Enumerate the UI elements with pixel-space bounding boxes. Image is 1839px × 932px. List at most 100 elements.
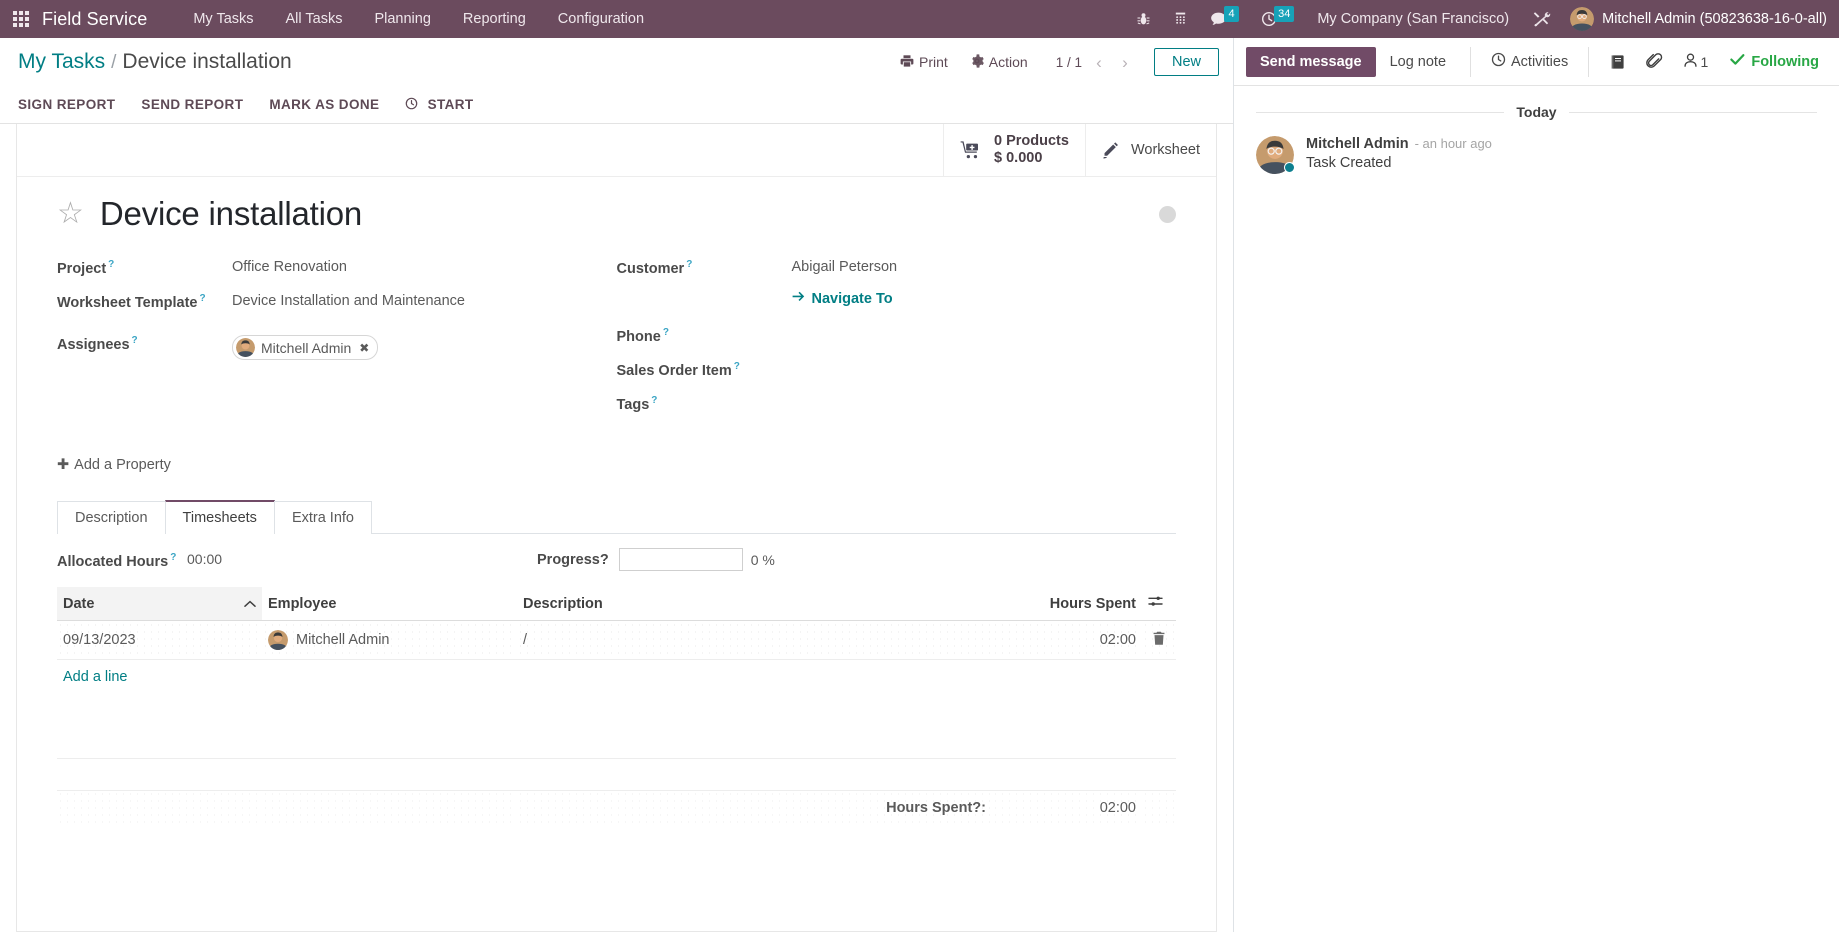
field-customer-label: Customer? xyxy=(617,257,792,277)
notes-icon[interactable] xyxy=(1602,48,1634,76)
menu-item-configuration[interactable]: Configuration xyxy=(542,0,660,38)
start-button[interactable]: START xyxy=(392,93,486,116)
help-icon[interactable]: ? xyxy=(972,800,981,816)
allocated-hours-label-text: Allocated Hours xyxy=(57,553,169,570)
add-a-line-button[interactable]: Add a line xyxy=(63,669,128,685)
messages-counter[interactable]: 4 xyxy=(1199,6,1250,27)
navigate-to-row: Navigate To xyxy=(617,291,1177,325)
delete-row-button[interactable] xyxy=(1142,620,1176,660)
activities-counter[interactable]: 34 xyxy=(1250,6,1305,27)
menu-item-all-tasks[interactable]: All Tasks xyxy=(270,0,359,38)
chevron-right-icon[interactable]: › xyxy=(1114,54,1136,71)
assignee-tag[interactable]: Mitchell Admin ✖ xyxy=(232,335,379,360)
cell-employee[interactable]: Mitchell Admin xyxy=(262,620,517,660)
bug-icon[interactable] xyxy=(1125,11,1162,27)
top-navbar: Field Service My Tasks All Tasks Plannin… xyxy=(0,0,1839,38)
star-outline-icon[interactable]: ☆ xyxy=(57,199,84,229)
user-menu[interactable]: Mitchell Admin (50823638-16-0-all) xyxy=(1562,7,1827,31)
table-row[interactable]: 09/13/2023 Mitchell Admin / 02:00 xyxy=(57,620,1176,660)
menu-item-reporting[interactable]: Reporting xyxy=(447,0,542,38)
menu-item-planning[interactable]: Planning xyxy=(358,0,446,38)
print-label: Print xyxy=(918,54,948,70)
help-icon[interactable]: ? xyxy=(651,395,657,406)
new-button[interactable]: New xyxy=(1153,48,1219,76)
field-customer-value[interactable]: Abigail Peterson xyxy=(792,257,898,275)
help-icon[interactable]: ? xyxy=(734,361,740,372)
field-worksheet-template-value[interactable]: Device Installation and Maintenance xyxy=(232,291,465,309)
column-header-description[interactable]: Description xyxy=(517,587,992,621)
help-icon[interactable]: ? xyxy=(199,293,205,304)
help-icon[interactable]: ? xyxy=(108,259,114,270)
help-icon[interactable]: ? xyxy=(170,552,176,563)
cell-description[interactable]: / xyxy=(517,620,992,660)
allocated-hours-label: Allocated Hours? xyxy=(57,550,187,570)
allocated-hours-value[interactable]: 00:00 xyxy=(187,551,222,567)
column-options-button[interactable] xyxy=(1142,587,1176,621)
notebook-page-timesheets: Allocated Hours? 00:00 Progress? 0 % Dat… xyxy=(57,534,1176,825)
field-tags: Tags? xyxy=(617,393,1177,427)
tab-timesheets[interactable]: Timesheets xyxy=(164,500,275,535)
action-button[interactable]: Action xyxy=(960,50,1038,75)
column-header-hours-spent[interactable]: Hours Spent xyxy=(992,587,1142,621)
products-stat-text: 0 Products $ 0.000 xyxy=(994,133,1069,166)
divider xyxy=(1588,46,1590,77)
add-property-button[interactable]: ✚ Add a Property xyxy=(57,457,171,473)
menu-item-my-tasks[interactable]: My Tasks xyxy=(177,0,269,38)
help-icon[interactable]: ? xyxy=(132,335,138,346)
notebook-tabs: Description Timesheets Extra Info xyxy=(57,500,1176,535)
remove-tag-icon[interactable]: ✖ xyxy=(359,341,369,355)
progress-input[interactable] xyxy=(618,548,743,571)
help-icon[interactable]: ? xyxy=(686,259,692,270)
column-header-date[interactable]: Date xyxy=(57,587,262,621)
followers-button[interactable]: 1 xyxy=(1675,46,1717,77)
tools-icon[interactable] xyxy=(1521,10,1562,29)
sign-report-button[interactable]: SIGN REPORT xyxy=(18,93,128,116)
app-body: My Tasks / Device installation Print Act… xyxy=(0,38,1839,932)
field-group-left: Project? Office Renovation Worksheet Tem… xyxy=(57,257,617,427)
app-brand-name[interactable]: Field Service xyxy=(42,9,147,30)
field-project-value[interactable]: Office Renovation xyxy=(232,257,347,275)
products-stat-button[interactable]: 0 Products $ 0.000 xyxy=(943,124,1085,176)
send-message-button[interactable]: Send message xyxy=(1246,46,1376,77)
tab-description[interactable]: Description xyxy=(57,501,166,534)
state-dot-icon[interactable] xyxy=(1159,205,1176,223)
progress-group: Progress? 0 % xyxy=(537,548,775,571)
control-panel-top: My Tasks / Device installation Print Act… xyxy=(0,38,1233,86)
printer-icon xyxy=(900,54,914,71)
cell-date[interactable]: 09/13/2023 xyxy=(57,620,262,660)
help-icon[interactable]: ? xyxy=(663,327,669,338)
navigate-to-label: Navigate To xyxy=(811,291,893,307)
send-report-button[interactable]: SEND REPORT xyxy=(128,93,256,116)
field-assignees-value[interactable]: Mitchell Admin ✖ xyxy=(232,333,379,361)
field-tags-label-text: Tags xyxy=(616,396,650,413)
column-header-date-label: Date xyxy=(63,595,95,612)
help-icon[interactable]: ? xyxy=(600,552,609,568)
navbar-systray: 4 34 My Company (San Francisco) Mitchell… xyxy=(1125,6,1839,31)
mark-as-done-button[interactable]: MARK AS DONE xyxy=(256,93,392,116)
control-panel: My Tasks / Device installation Print Act… xyxy=(0,38,1233,124)
pager-value[interactable]: 1 / 1 xyxy=(1054,55,1084,70)
pencil-icon xyxy=(1102,141,1121,160)
spacer-cell xyxy=(57,758,1176,791)
cell-hours-spent[interactable]: 02:00 xyxy=(992,620,1142,660)
breadcrumb-my-tasks[interactable]: My Tasks xyxy=(18,50,105,74)
activities-button[interactable]: Activities xyxy=(1481,46,1578,77)
worksheet-stat-button[interactable]: Worksheet xyxy=(1084,124,1216,176)
print-button[interactable]: Print xyxy=(890,50,958,75)
apps-menu-button[interactable] xyxy=(0,11,42,27)
navigate-to-button[interactable]: Navigate To xyxy=(792,291,893,307)
main-menu: My Tasks All Tasks Planning Reporting Co… xyxy=(177,0,660,38)
tab-extra-info[interactable]: Extra Info xyxy=(273,501,372,534)
message-content: Mitchell Admin - an hour ago Task Create… xyxy=(1306,136,1492,174)
following-button[interactable]: Following xyxy=(1720,47,1829,76)
dialpad-icon[interactable] xyxy=(1162,11,1199,27)
presence-indicator xyxy=(1284,162,1295,173)
paperclip-icon[interactable] xyxy=(1638,47,1671,76)
company-switcher[interactable]: My Company (San Francisco) xyxy=(1305,11,1521,27)
chevron-left-icon[interactable]: ‹ xyxy=(1088,54,1110,71)
field-assignees: Assignees? Mitchell Admin ✖ xyxy=(57,333,617,367)
user-name: Mitchell Admin (50823638-16-0-all) xyxy=(1602,11,1827,27)
log-note-button[interactable]: Log note xyxy=(1376,47,1460,77)
column-header-employee[interactable]: Employee xyxy=(262,587,517,621)
products-amount: $ 0.000 xyxy=(994,150,1043,166)
